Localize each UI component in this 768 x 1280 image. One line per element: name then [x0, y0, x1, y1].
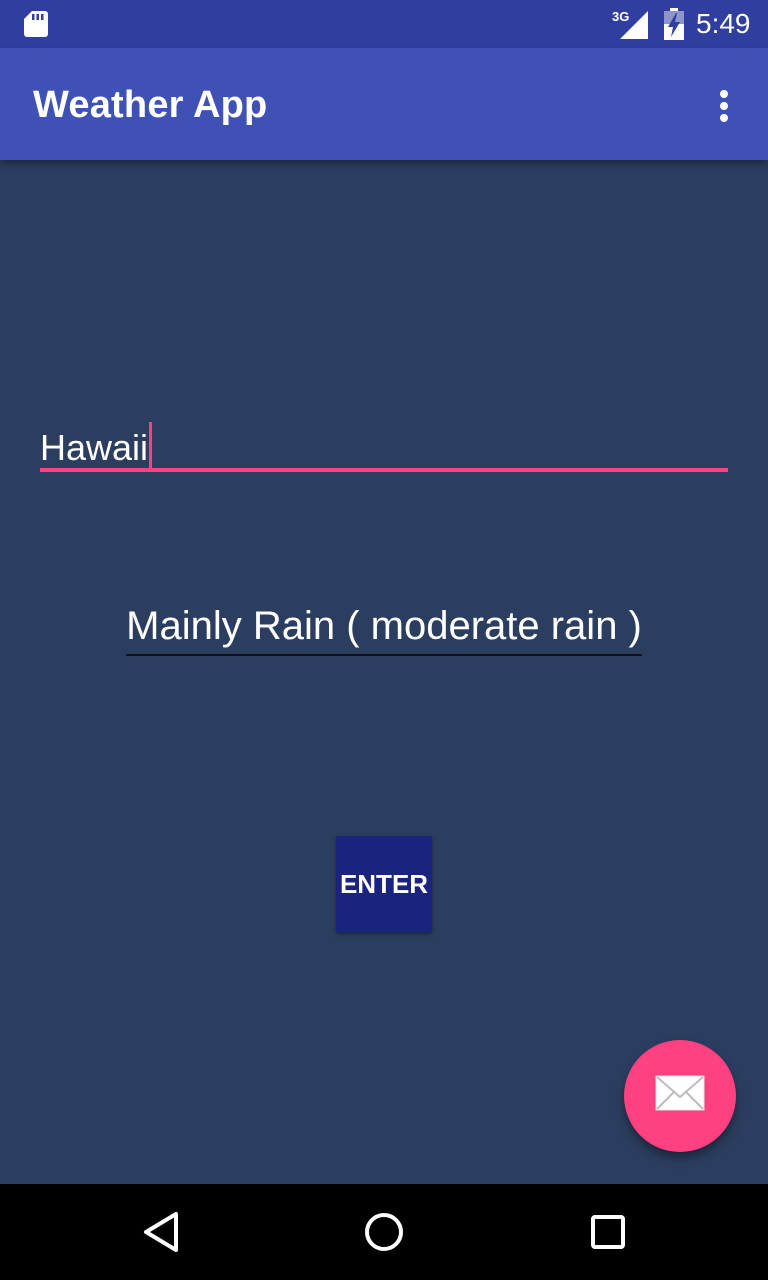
city-input-underline: [40, 468, 728, 472]
recents-button[interactable]: [584, 1208, 632, 1256]
battery-charging-icon: [664, 8, 684, 40]
home-button[interactable]: [360, 1208, 408, 1256]
enter-button[interactable]: ENTER: [336, 836, 432, 932]
status-clock: 5:49: [696, 8, 751, 39]
text-cursor: [149, 422, 153, 470]
screen: 3G 5:49 Weather App Hawaii Mainly Rain (…: [0, 0, 768, 1280]
city-input[interactable]: Hawaii: [40, 422, 153, 470]
sd-card-icon: [24, 11, 48, 37]
back-icon: [144, 1212, 178, 1252]
weather-result: Mainly Rain ( moderate rain ): [0, 600, 768, 656]
home-icon: [365, 1213, 403, 1251]
navigation-bar: [0, 1184, 768, 1280]
app-bar: Weather App: [0, 48, 768, 160]
more-options-button[interactable]: [700, 78, 748, 134]
city-input-field[interactable]: Hawaii: [40, 412, 728, 472]
mail-icon: [655, 1075, 705, 1111]
signal-icon: 3G: [612, 9, 648, 39]
city-input-value: Hawaii: [40, 427, 149, 468]
weather-description: Mainly Rain ( moderate rain ): [126, 600, 642, 656]
recents-icon: [591, 1215, 625, 1249]
more-vert-dot: [720, 102, 728, 110]
network-type-label: 3G: [612, 9, 629, 24]
app-title: Weather App: [33, 84, 268, 126]
email-fab-button[interactable]: [624, 1040, 736, 1152]
more-vert-dot: [720, 90, 728, 98]
status-bar: 3G 5:49: [0, 0, 768, 48]
more-vert-dot: [720, 114, 728, 122]
back-button[interactable]: [136, 1208, 184, 1256]
